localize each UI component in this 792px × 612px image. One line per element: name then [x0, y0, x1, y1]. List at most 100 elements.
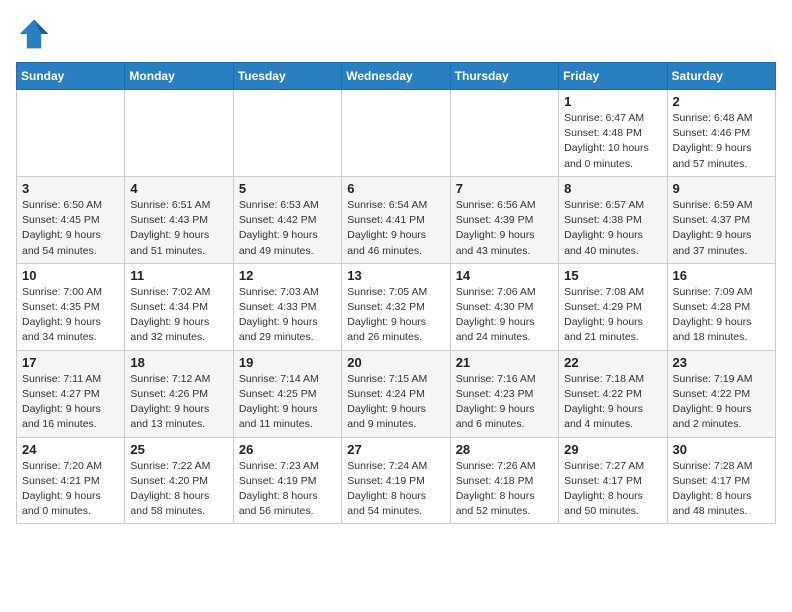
day-number: 8 [564, 181, 661, 196]
calendar-cell: 9Sunrise: 6:59 AM Sunset: 4:37 PM Daylig… [667, 176, 775, 263]
weekday-header: Thursday [450, 63, 558, 90]
day-number: 24 [22, 442, 119, 457]
day-number: 6 [347, 181, 444, 196]
day-info: Sunrise: 7:23 AM Sunset: 4:19 PM Dayligh… [239, 459, 336, 520]
day-info: Sunrise: 7:02 AM Sunset: 4:34 PM Dayligh… [130, 285, 227, 346]
calendar-cell: 28 Sunrise: 7:26 AM Sunset: 4:18 PM Dayli… [450, 437, 558, 524]
calendar-cell: 12Sunrise: 7:03 AM Sunset: 4:33 PM Dayli… [233, 263, 341, 350]
weekday-header: Wednesday [342, 63, 450, 90]
calendar-cell: 3 Sunrise: 6:50 AM Sunset: 4:45 PM Daylig… [17, 176, 125, 263]
day-info: Sunrise: 7:05 AM Sunset: 4:32 PM Dayligh… [347, 285, 444, 346]
day-number: 21 [456, 355, 553, 370]
day-number: 30 [673, 442, 770, 457]
day-number: 2 [673, 94, 770, 109]
day-number: 10 [22, 268, 119, 283]
day-number: 17 [22, 355, 119, 370]
calendar-cell: 1Sunrise: 6:47 AM Sunset: 4:48 PM Daylig… [559, 90, 667, 177]
weekday-header: Friday [559, 63, 667, 90]
day-info: Sunrise: 7:16 AM Sunset: 4:23 PM Dayligh… [456, 372, 553, 433]
calendar-cell: 18 Sunrise: 7:12 AM Sunset: 4:26 PM Dayli… [125, 350, 233, 437]
day-number: 11 [130, 268, 227, 283]
day-number: 26 [239, 442, 336, 457]
day-number: 19 [239, 355, 336, 370]
day-number: 18 [130, 355, 227, 370]
calendar-cell: 26 Sunrise: 7:23 AM Sunset: 4:19 PM Dayli… [233, 437, 341, 524]
calendar-cell: 8 Sunrise: 6:57 AM Sunset: 4:38 PM Daylig… [559, 176, 667, 263]
calendar-header: SundayMondayTuesdayWednesdayThursdayFrid… [17, 63, 776, 90]
day-info: Sunrise: 7:06 AM Sunset: 4:30 PM Dayligh… [456, 285, 553, 346]
day-info: Sunrise: 7:28 AM Sunset: 4:17 PM Dayligh… [673, 459, 770, 520]
day-info: Sunrise: 7:08 AM Sunset: 4:29 PM Dayligh… [564, 285, 661, 346]
calendar-cell: 21 Sunrise: 7:16 AM Sunset: 4:23 PM Dayli… [450, 350, 558, 437]
calendar-week-row: 1Sunrise: 6:47 AM Sunset: 4:48 PM Daylig… [17, 90, 776, 177]
calendar-cell: 13 Sunrise: 7:05 AM Sunset: 4:32 PM Dayli… [342, 263, 450, 350]
weekday-header: Tuesday [233, 63, 341, 90]
calendar-cell [342, 90, 450, 177]
calendar-cell: 29 Sunrise: 7:27 AM Sunset: 4:17 PM Dayli… [559, 437, 667, 524]
day-info: Sunrise: 6:51 AM Sunset: 4:43 PM Dayligh… [130, 198, 227, 259]
day-info: Sunrise: 6:54 AM Sunset: 4:41 PM Dayligh… [347, 198, 444, 259]
day-info: Sunrise: 7:27 AM Sunset: 4:17 PM Dayligh… [564, 459, 661, 520]
day-info: Sunrise: 7:11 AM Sunset: 4:27 PM Dayligh… [22, 372, 119, 433]
day-info: Sunrise: 7:24 AM Sunset: 4:19 PM Dayligh… [347, 459, 444, 520]
day-info: Sunrise: 6:57 AM Sunset: 4:38 PM Dayligh… [564, 198, 661, 259]
calendar-cell: 15Sunrise: 7:08 AM Sunset: 4:29 PM Dayli… [559, 263, 667, 350]
day-info: Sunrise: 6:48 AM Sunset: 4:46 PM Dayligh… [673, 111, 770, 172]
day-number: 20 [347, 355, 444, 370]
weekday-header: Saturday [667, 63, 775, 90]
day-number: 27 [347, 442, 444, 457]
calendar-cell: 30 Sunrise: 7:28 AM Sunset: 4:17 PM Dayli… [667, 437, 775, 524]
day-info: Sunrise: 7:20 AM Sunset: 4:21 PM Dayligh… [22, 459, 119, 520]
calendar-cell: 5 Sunrise: 6:53 AM Sunset: 4:42 PM Daylig… [233, 176, 341, 263]
day-number: 22 [564, 355, 661, 370]
day-info: Sunrise: 7:18 AM Sunset: 4:22 PM Dayligh… [564, 372, 661, 433]
day-number: 25 [130, 442, 227, 457]
calendar-cell: 16Sunrise: 7:09 AM Sunset: 4:28 PM Dayli… [667, 263, 775, 350]
page-header [16, 16, 776, 52]
calendar-cell: 25 Sunrise: 7:22 AM Sunset: 4:20 PM Dayli… [125, 437, 233, 524]
calendar-cell: 6 Sunrise: 6:54 AM Sunset: 4:41 PM Daylig… [342, 176, 450, 263]
calendar-week-row: 17 Sunrise: 7:11 AM Sunset: 4:27 PM Dayli… [17, 350, 776, 437]
day-info: Sunrise: 7:03 AM Sunset: 4:33 PM Dayligh… [239, 285, 336, 346]
day-number: 7 [456, 181, 553, 196]
calendar-cell: 7 Sunrise: 6:56 AM Sunset: 4:39 PM Daylig… [450, 176, 558, 263]
day-number: 4 [130, 181, 227, 196]
day-info: Sunrise: 6:53 AM Sunset: 4:42 PM Dayligh… [239, 198, 336, 259]
calendar-cell: 20 Sunrise: 7:15 AM Sunset: 4:24 PM Dayli… [342, 350, 450, 437]
day-number: 29 [564, 442, 661, 457]
day-number: 3 [22, 181, 119, 196]
calendar-cell: 17 Sunrise: 7:11 AM Sunset: 4:27 PM Dayli… [17, 350, 125, 437]
calendar-cell: 19 Sunrise: 7:14 AM Sunset: 4:25 PM Dayli… [233, 350, 341, 437]
calendar-cell: 22 Sunrise: 7:18 AM Sunset: 4:22 PM Dayli… [559, 350, 667, 437]
calendar-cell [450, 90, 558, 177]
day-info: Sunrise: 7:15 AM Sunset: 4:24 PM Dayligh… [347, 372, 444, 433]
calendar-cell: 4 Sunrise: 6:51 AM Sunset: 4:43 PM Daylig… [125, 176, 233, 263]
weekday-header: Sunday [17, 63, 125, 90]
day-info: Sunrise: 7:09 AM Sunset: 4:28 PM Dayligh… [673, 285, 770, 346]
calendar-cell: 11 Sunrise: 7:02 AM Sunset: 4:34 PM Dayli… [125, 263, 233, 350]
calendar-table: SundayMondayTuesdayWednesdayThursdayFrid… [16, 62, 776, 524]
day-info: Sunrise: 7:12 AM Sunset: 4:26 PM Dayligh… [130, 372, 227, 433]
day-number: 14 [456, 268, 553, 283]
calendar-week-row: 24 Sunrise: 7:20 AM Sunset: 4:21 PM Dayli… [17, 437, 776, 524]
day-number: 13 [347, 268, 444, 283]
calendar-cell: 23 Sunrise: 7:19 AM Sunset: 4:22 PM Dayli… [667, 350, 775, 437]
day-info: Sunrise: 7:14 AM Sunset: 4:25 PM Dayligh… [239, 372, 336, 433]
logo [16, 16, 58, 52]
logo-icon [16, 16, 52, 52]
day-info: Sunrise: 6:56 AM Sunset: 4:39 PM Dayligh… [456, 198, 553, 259]
calendar-cell: 10 Sunrise: 7:00 AM Sunset: 4:35 PM Dayli… [17, 263, 125, 350]
calendar-cell [17, 90, 125, 177]
weekday-header: Monday [125, 63, 233, 90]
day-number: 9 [673, 181, 770, 196]
day-info: Sunrise: 7:22 AM Sunset: 4:20 PM Dayligh… [130, 459, 227, 520]
day-info: Sunrise: 7:19 AM Sunset: 4:22 PM Dayligh… [673, 372, 770, 433]
day-number: 23 [673, 355, 770, 370]
day-info: Sunrise: 7:00 AM Sunset: 4:35 PM Dayligh… [22, 285, 119, 346]
calendar-cell: 14 Sunrise: 7:06 AM Sunset: 4:30 PM Dayli… [450, 263, 558, 350]
day-info: Sunrise: 7:26 AM Sunset: 4:18 PM Dayligh… [456, 459, 553, 520]
day-number: 5 [239, 181, 336, 196]
calendar-week-row: 10 Sunrise: 7:00 AM Sunset: 4:35 PM Dayli… [17, 263, 776, 350]
day-info: Sunrise: 6:50 AM Sunset: 4:45 PM Dayligh… [22, 198, 119, 259]
day-number: 28 [456, 442, 553, 457]
